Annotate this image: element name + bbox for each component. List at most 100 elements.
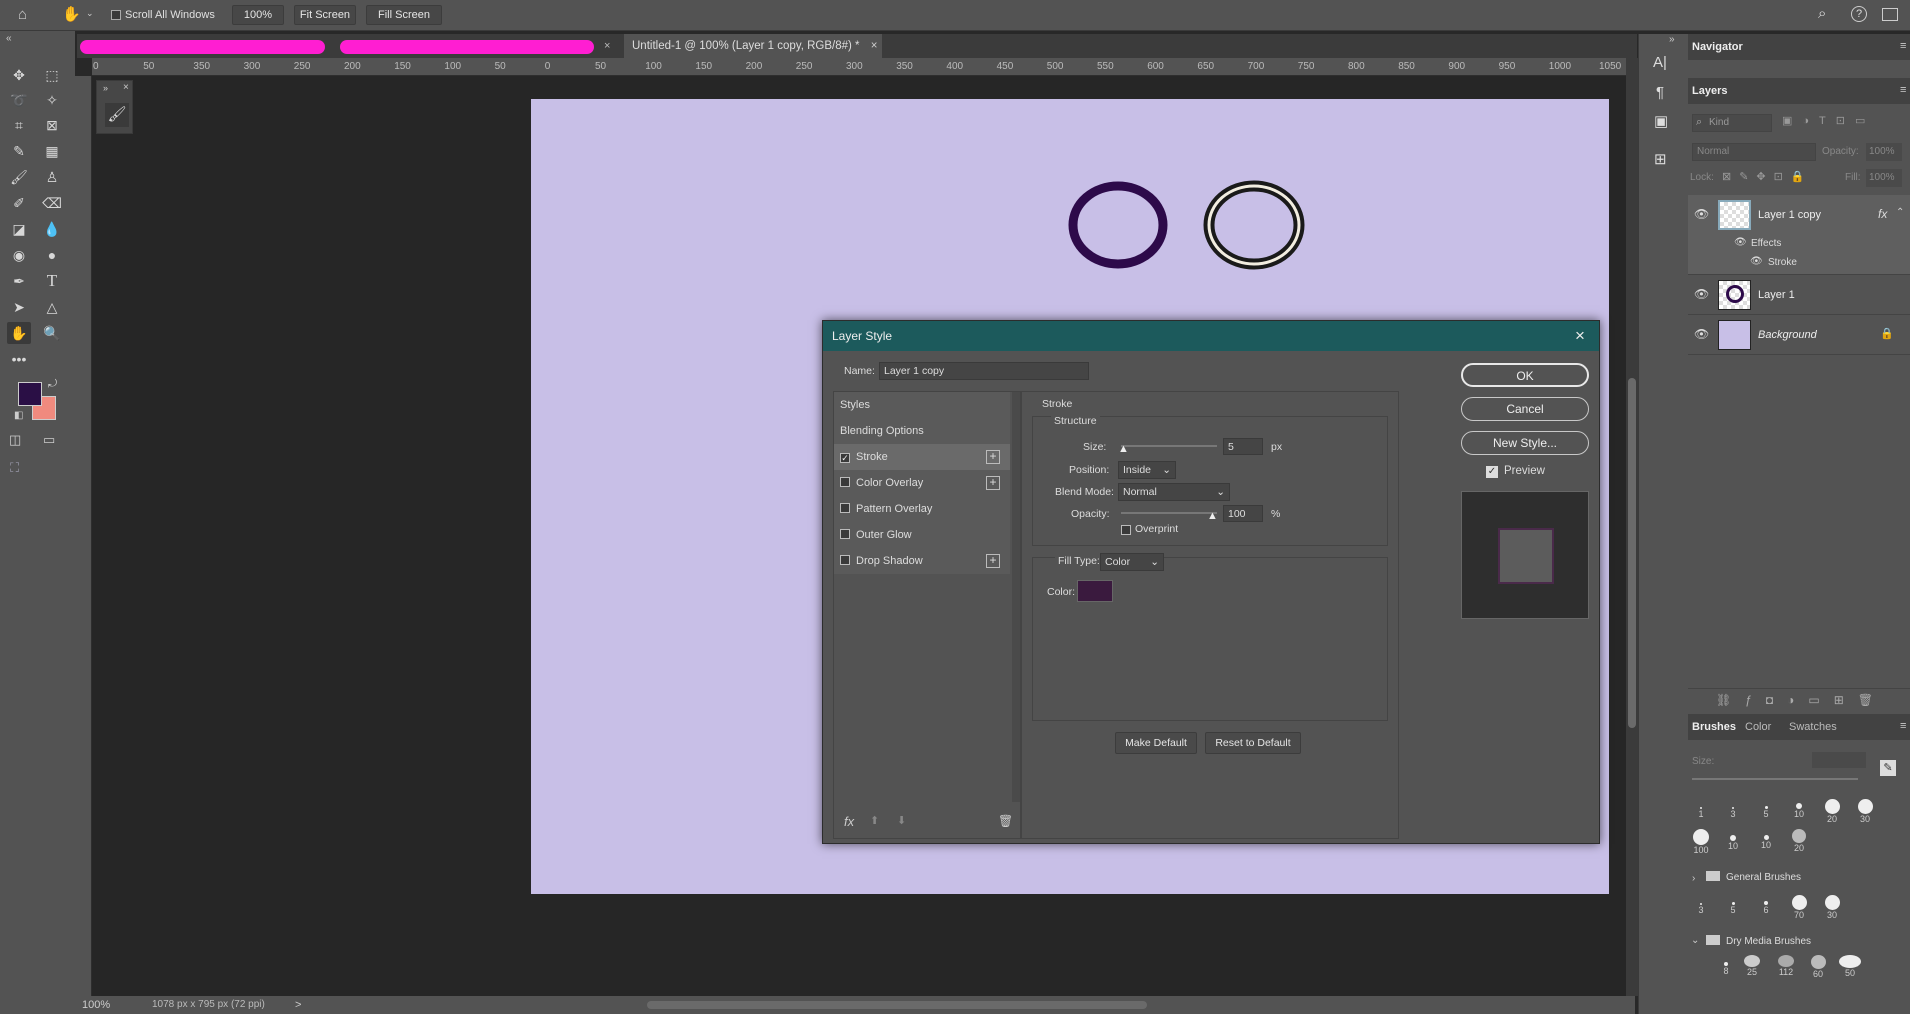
expand-icon[interactable]: » (103, 83, 108, 93)
home-icon[interactable]: ⌂ (18, 6, 27, 23)
stroke-eye-icon[interactable]: 👁 (1750, 256, 1763, 267)
status-arrow-icon[interactable]: > (295, 996, 301, 1014)
name-field[interactable]: Layer 1 copy (879, 362, 1089, 380)
brush-preset[interactable]: 10 (1754, 831, 1778, 850)
brush-preset[interactable]: 112 (1774, 955, 1798, 977)
brush-preset[interactable]: 10 (1787, 801, 1811, 819)
chevron-right-icon[interactable]: › (1692, 873, 1695, 884)
add-icon[interactable]: + (986, 476, 1000, 490)
add-icon[interactable]: + (986, 450, 1000, 464)
history-brush-icon[interactable]: ✐ (7, 192, 31, 214)
close-icon[interactable]: × (123, 82, 129, 93)
layer-name[interactable]: Layer 1 copy (1758, 209, 1821, 221)
eyedropper-icon[interactable]: ✎ (7, 140, 31, 162)
scroll-thumb[interactable] (1628, 378, 1636, 728)
marquee-tool-icon[interactable]: ⬚ (40, 64, 64, 86)
overprint-checkbox[interactable] (1121, 525, 1131, 535)
lock-icons[interactable]: ⊠✎✥⊡🔒 (1722, 170, 1813, 183)
brush-preset[interactable]: 100 (1689, 829, 1713, 855)
tab-color[interactable]: Color (1745, 721, 1771, 733)
magic-wand-icon[interactable]: ✧ (40, 89, 64, 111)
search-icon[interactable]: ⌕ (1818, 5, 1826, 22)
brush-preset[interactable]: 5 (1721, 897, 1745, 915)
brush-preset[interactable]: 70 (1787, 895, 1811, 920)
brush-tool-icon[interactable]: 🖌 (7, 166, 31, 188)
type-tool-icon[interactable]: T (40, 270, 64, 292)
style-item-outer-glow[interactable]: Outer Glow (834, 522, 1010, 548)
dodge-tool-icon[interactable]: ◉ (7, 244, 31, 266)
status-zoom[interactable]: 100% (82, 996, 110, 1014)
close-icon[interactable]: × (871, 40, 878, 52)
tab-close-icon[interactable]: × (604, 40, 610, 52)
blending-options-item[interactable]: Blending Options (834, 418, 1010, 444)
shape-tool-icon[interactable]: △ (40, 296, 64, 318)
layer-kind-filter[interactable]: ⌕ Kind (1692, 114, 1772, 132)
style-item-pattern-overlay[interactable]: Pattern Overlay (834, 496, 1010, 522)
frame-tool-icon[interactable]: ⊠ (40, 114, 64, 136)
drop-shadow-checkbox[interactable] (840, 555, 850, 565)
panel-menu-icon[interactable]: ≡ (1900, 720, 1906, 732)
patch-tool-icon[interactable]: ▦ (40, 140, 64, 162)
layer-blend-mode-select[interactable]: Normal (1692, 143, 1816, 161)
brush-preset[interactable]: 25 (1740, 955, 1764, 977)
crop-tool-icon[interactable]: ⌗ (7, 114, 31, 136)
brush-preset[interactable]: 6 (1754, 897, 1778, 915)
paragraph-panel-icon[interactable]: ¶ (1656, 84, 1664, 101)
properties-icon[interactable]: ⊞ (1654, 150, 1667, 168)
scroll-all-checkbox[interactable] (111, 10, 121, 20)
effects-eye-icon[interactable]: 👁 (1734, 237, 1747, 248)
horizontal-scroll-thumb[interactable] (647, 1001, 1147, 1009)
new-style-button[interactable]: New Style... (1461, 431, 1589, 455)
redacted-tab[interactable] (80, 40, 325, 54)
stroke-checkbox[interactable]: ✓ (840, 453, 850, 463)
brush-preset[interactable]: 20 (1787, 829, 1811, 853)
brush-size-field[interactable] (1812, 752, 1866, 768)
opacity-field[interactable]: 100 (1223, 505, 1263, 522)
zoom-tool-icon[interactable]: 🔍 (40, 322, 64, 344)
ok-button[interactable]: OK (1461, 363, 1589, 387)
preview-checkbox[interactable]: ✓ (1486, 466, 1498, 478)
hand-tool-icon[interactable]: ✋ (7, 322, 31, 344)
share-icon[interactable]: ⛶ (10, 460, 19, 476)
fill-screen-button[interactable]: Fill Screen (366, 5, 442, 25)
move-down-icon[interactable]: ⬇ (897, 814, 906, 827)
brush-preset[interactable]: 10 (1721, 831, 1745, 851)
collapse-arrows-icon[interactable]: « (6, 33, 12, 44)
reset-to-default-button[interactable]: Reset to Default (1205, 732, 1301, 754)
workspace-icon[interactable] (1882, 8, 1898, 21)
pen-tool-icon[interactable]: ✒ (7, 270, 31, 292)
move-up-icon[interactable]: ⬆ (870, 814, 879, 827)
position-select[interactable]: Inside ⌄ (1118, 461, 1176, 479)
chevron-up-icon[interactable]: ⌃ (1896, 207, 1904, 218)
add-icon[interactable]: + (986, 554, 1000, 568)
blur-tool-icon[interactable]: 💧 (40, 218, 64, 240)
outer-glow-checkbox[interactable] (840, 529, 850, 539)
styles-list-scrollbar[interactable] (1012, 392, 1020, 802)
brush-settings-icon[interactable]: ✎ (1880, 760, 1896, 776)
brush-preset[interactable]: 60 (1806, 955, 1830, 979)
character-panel-icon[interactable]: A| (1653, 54, 1667, 71)
make-default-button[interactable]: Make Default (1115, 732, 1197, 754)
help-icon[interactable]: ? (1851, 6, 1867, 22)
layer-name[interactable]: Background (1758, 329, 1817, 341)
foreground-color-swatch[interactable] (18, 382, 42, 406)
panel-menu-icon[interactable]: ≡ (1900, 84, 1906, 96)
size-slider-handle[interactable]: ▲ (1118, 443, 1129, 455)
stroke-color-swatch[interactable] (1077, 580, 1113, 602)
brush-preset[interactable]: 30 (1853, 799, 1877, 824)
style-item-drop-shadow[interactable]: Drop Shadow + (834, 548, 1010, 574)
screen-mode-icon[interactable]: ▭ (43, 432, 55, 448)
active-document-tab[interactable]: Untitled-1 @ 100% (Layer 1 copy, RGB/8#)… (624, 34, 882, 58)
tab-swatches[interactable]: Swatches (1789, 721, 1837, 733)
libraries-icon[interactable]: ▣ (1654, 112, 1668, 130)
layer-row-layer-1-copy[interactable]: 👁 Layer 1 copy fx ⌃ 👁 Effects 👁 Stroke (1688, 195, 1910, 275)
brush-size-slider[interactable] (1692, 778, 1858, 780)
fill-field[interactable]: 100% (1866, 169, 1902, 187)
brush-preset[interactable]: 50 (1838, 955, 1862, 978)
sponge-tool-icon[interactable]: ● (40, 244, 64, 266)
opacity-slider[interactable] (1121, 512, 1217, 514)
swap-colors-icon[interactable]: ⤾ (48, 378, 57, 391)
move-tool-icon[interactable]: ✥ (7, 64, 31, 86)
brush-preset[interactable]: 8 (1714, 957, 1738, 976)
dialog-title-bar[interactable]: Layer Style × (823, 321, 1599, 351)
